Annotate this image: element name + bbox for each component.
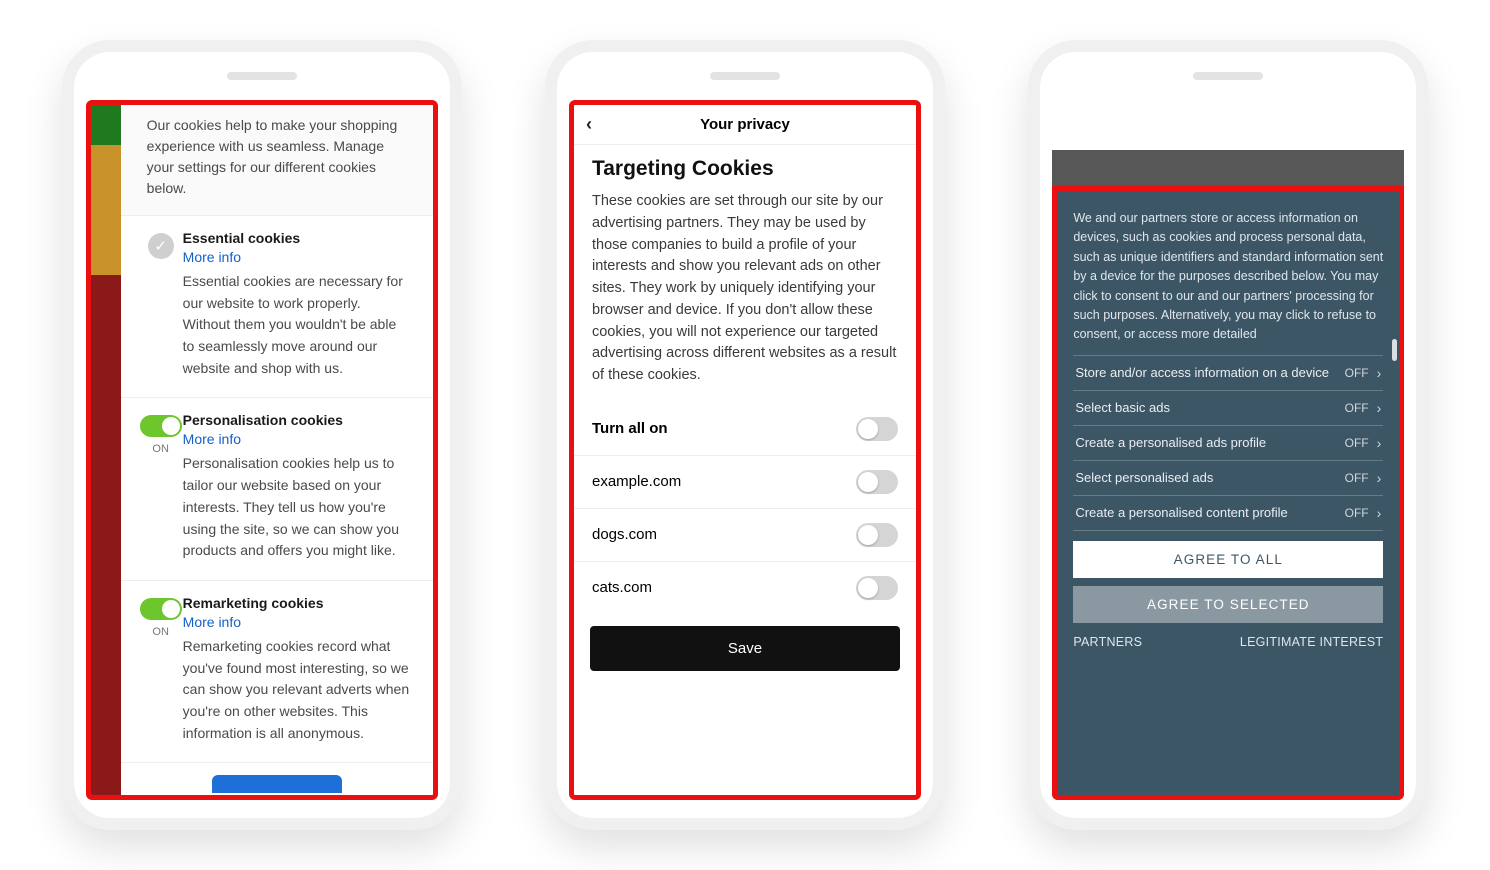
screen-2: ‹ Your privacy Targeting Cookies These c… (569, 100, 921, 800)
section-desc: Essential cookies are necessary for our … (183, 271, 411, 379)
purpose-label: Store and/or access information on a dev… (1075, 365, 1344, 380)
more-info-link[interactable]: More info (183, 249, 241, 265)
legitimate-interest-link[interactable]: LEGITIMATE INTEREST (1240, 635, 1383, 649)
chevron-right-icon: › (1377, 435, 1382, 451)
toggle-row: example.com (574, 455, 916, 508)
toggle-switch[interactable] (140, 415, 182, 437)
toggle-switch[interactable] (856, 417, 898, 441)
section-desc: Personalisation cookies help us to tailo… (183, 453, 411, 561)
phone-mockup-3: We and our partners store or access info… (1028, 40, 1428, 830)
chevron-right-icon: › (1377, 400, 1382, 416)
purpose-state: OFF (1345, 506, 1369, 520)
check-icon: ✓ (148, 233, 174, 259)
consent-intro: We and our partners store or access info… (1073, 209, 1383, 345)
toggle-state: ON (139, 626, 183, 638)
row-label: cats.com (592, 579, 652, 596)
section-title: Essential cookies (183, 230, 411, 246)
header-title: Your privacy (700, 116, 790, 133)
screen-1: Our cookies help to make your shopping e… (86, 100, 438, 800)
more-info-link[interactable]: More info (183, 431, 241, 447)
row-label: dogs.com (592, 526, 657, 543)
consent-panel: We and our partners store or access info… (1052, 186, 1404, 800)
scrollbar-thumb[interactable] (1392, 339, 1397, 361)
cookie-section-personalisation: ON Personalisation cookies More info Per… (121, 398, 433, 580)
toggle-switch[interactable] (140, 598, 182, 620)
toggle-switch[interactable] (856, 470, 898, 494)
chevron-right-icon: › (1377, 365, 1382, 381)
cookie-section-essential: ✓ Essential cookies More info Essential … (121, 216, 433, 398)
row-label: Turn all on (592, 420, 668, 437)
purpose-row[interactable]: Store and/or access information on a dev… (1073, 356, 1383, 391)
row-label: example.com (592, 473, 681, 490)
section-control: ON (139, 412, 183, 561)
partners-link[interactable]: PARTNERS (1073, 635, 1142, 649)
toggle-row: dogs.com (574, 508, 916, 561)
save-button-area (121, 763, 433, 793)
purpose-list: Store and/or access information on a dev… (1073, 355, 1383, 531)
toggle-switch[interactable] (856, 576, 898, 600)
section-control: ON (139, 595, 183, 744)
purpose-state: OFF (1345, 401, 1369, 415)
back-icon[interactable]: ‹ (586, 114, 592, 135)
agree-all-button[interactable]: AGREE TO ALL (1073, 541, 1383, 578)
save-button[interactable] (212, 775, 342, 793)
section-desc: Remarketing cookies record what you've f… (183, 636, 411, 744)
header-bar: ‹ Your privacy (574, 105, 916, 145)
purpose-label: Select basic ads (1075, 400, 1344, 415)
purpose-row[interactable]: Select basic ads OFF › (1073, 391, 1383, 426)
section-control: ✓ (139, 230, 183, 379)
chevron-right-icon: › (1377, 505, 1382, 521)
page-banner (1052, 150, 1404, 186)
page-title: Targeting Cookies (592, 157, 898, 181)
toggle-switch[interactable] (856, 523, 898, 547)
purpose-row[interactable]: Create a personalised content profile OF… (1073, 496, 1383, 531)
toggle-row-all: Turn all on (574, 403, 916, 455)
purpose-state: OFF (1345, 471, 1369, 485)
consent-footer: PARTNERS LEGITIMATE INTEREST (1073, 635, 1383, 649)
page-desc: These cookies are set through our site b… (592, 191, 898, 387)
section-title: Remarketing cookies (183, 595, 411, 611)
purpose-state: OFF (1345, 436, 1369, 450)
screen-3: We and our partners store or access info… (1052, 100, 1404, 800)
purpose-row[interactable]: Select personalised ads OFF › (1073, 461, 1383, 496)
section-title: Personalisation cookies (183, 412, 411, 428)
purpose-label: Select personalised ads (1075, 470, 1344, 485)
purpose-state: OFF (1345, 366, 1369, 380)
consent-buttons: AGREE TO ALL AGREE TO SELECTED (1073, 541, 1383, 631)
toggle-state: ON (139, 443, 183, 455)
purpose-label: Create a personalised content profile (1075, 505, 1344, 520)
purpose-row[interactable]: Create a personalised ads profile OFF › (1073, 426, 1383, 461)
phone-mockup-1: Our cookies help to make your shopping e… (62, 40, 462, 830)
toggle-list: Turn all on example.com dogs.com cats.co… (574, 403, 916, 614)
phone-mockup-2: ‹ Your privacy Targeting Cookies These c… (545, 40, 945, 830)
agree-selected-button[interactable]: AGREE TO SELECTED (1073, 586, 1383, 623)
chevron-right-icon: › (1377, 470, 1382, 486)
purpose-label: Create a personalised ads profile (1075, 435, 1344, 450)
page-top-white (1052, 100, 1404, 150)
intro-text: Our cookies help to make your shopping e… (121, 105, 433, 216)
cookie-settings-panel: Our cookies help to make your shopping e… (121, 105, 433, 795)
more-info-link[interactable]: More info (183, 614, 241, 630)
toggle-row: cats.com (574, 561, 916, 614)
cookie-section-remarketing: ON Remarketing cookies More info Remarke… (121, 581, 433, 763)
save-button[interactable]: Save (590, 626, 900, 671)
